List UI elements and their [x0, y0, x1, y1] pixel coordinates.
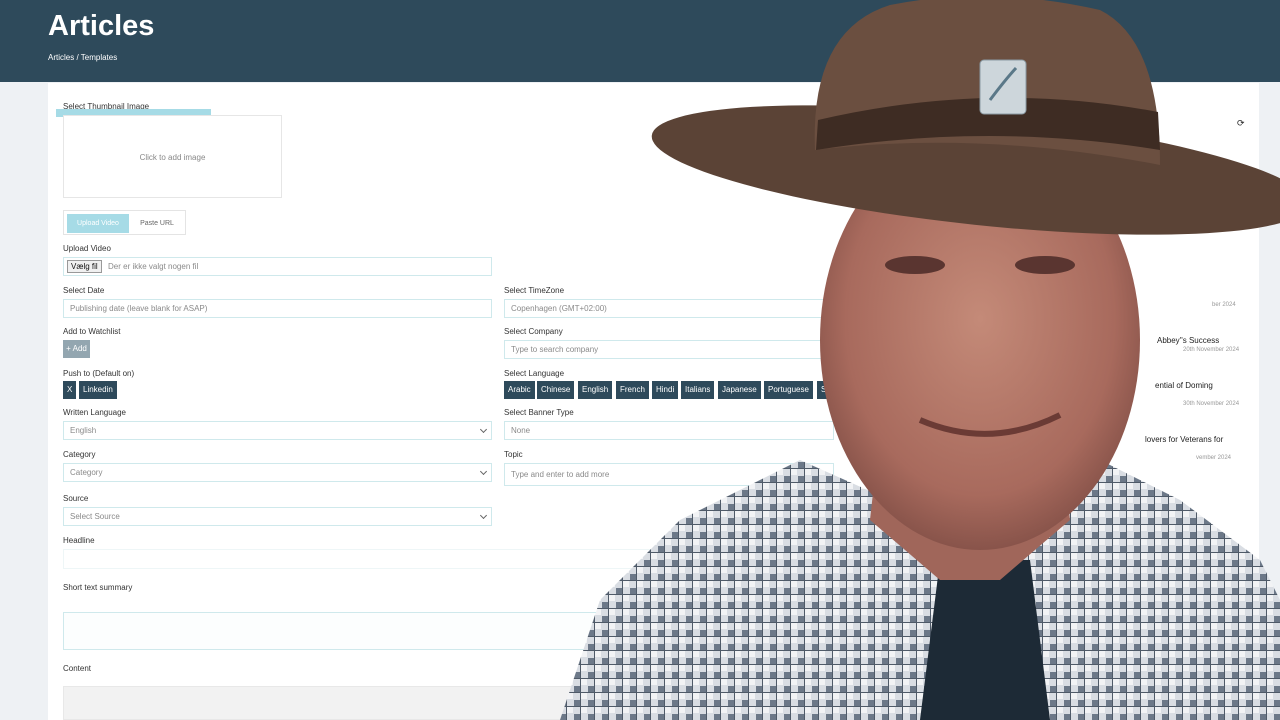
presenter-eye-right [1015, 256, 1075, 274]
written-language-label: Written Language [63, 408, 127, 417]
company-label: Select Company [504, 327, 563, 336]
file-status-text: Der er ikke valgt nogen fil [108, 262, 199, 271]
upload-video-field: Der er ikke valgt nogen fil [63, 257, 492, 276]
category-label: Category [63, 450, 96, 459]
language-chip-arabic[interactable]: Arabic [504, 381, 535, 399]
topic-label: Topic [504, 450, 523, 459]
upload-video-label: Upload Video [63, 244, 111, 253]
timezone-label: Select TimeZone [504, 286, 565, 295]
watchlist-label: Add to Watchlist [63, 327, 121, 336]
presenter-undershirt [920, 560, 1050, 720]
category-select[interactable]: Category [63, 463, 492, 482]
video-source-toggle: Upload Video Paste URL [63, 210, 186, 235]
written-language-select[interactable]: English [63, 421, 492, 440]
tab-upload-video[interactable]: Upload Video [67, 214, 129, 233]
presenter-eye-left [885, 256, 945, 274]
presenter-webcam-overlay [560, 0, 1280, 720]
page-title: Articles [48, 10, 155, 42]
thumbnail-placeholder: Click to add image [139, 153, 206, 162]
push-chip-x[interactable]: X [63, 381, 77, 399]
presenter-hat-badge [979, 59, 1027, 115]
choose-file-button[interactable]: Vælg fil [67, 260, 102, 273]
push-chip-linkedin[interactable]: Linkedin [79, 381, 117, 399]
tab-paste-url[interactable]: Paste URL [130, 214, 184, 233]
thumbnail-dropzone[interactable]: Click to add image [63, 115, 282, 198]
add-watchlist-button[interactable]: + Add [63, 340, 90, 358]
breadcrumb[interactable]: Articles / Templates [48, 53, 117, 62]
publish-date-input[interactable]: Publishing date (leave blank for ASAP) [63, 299, 492, 318]
summary-label: Short text summary [63, 583, 133, 592]
source-select[interactable]: Select Source [63, 507, 492, 526]
headline-label: Headline [63, 536, 95, 545]
push-to-label: Push to (Default on) [63, 369, 135, 378]
source-label: Source [63, 494, 89, 503]
content-label: Content [63, 664, 92, 673]
language-label: Select Language [504, 369, 565, 378]
select-date-label: Select Date [63, 286, 105, 295]
